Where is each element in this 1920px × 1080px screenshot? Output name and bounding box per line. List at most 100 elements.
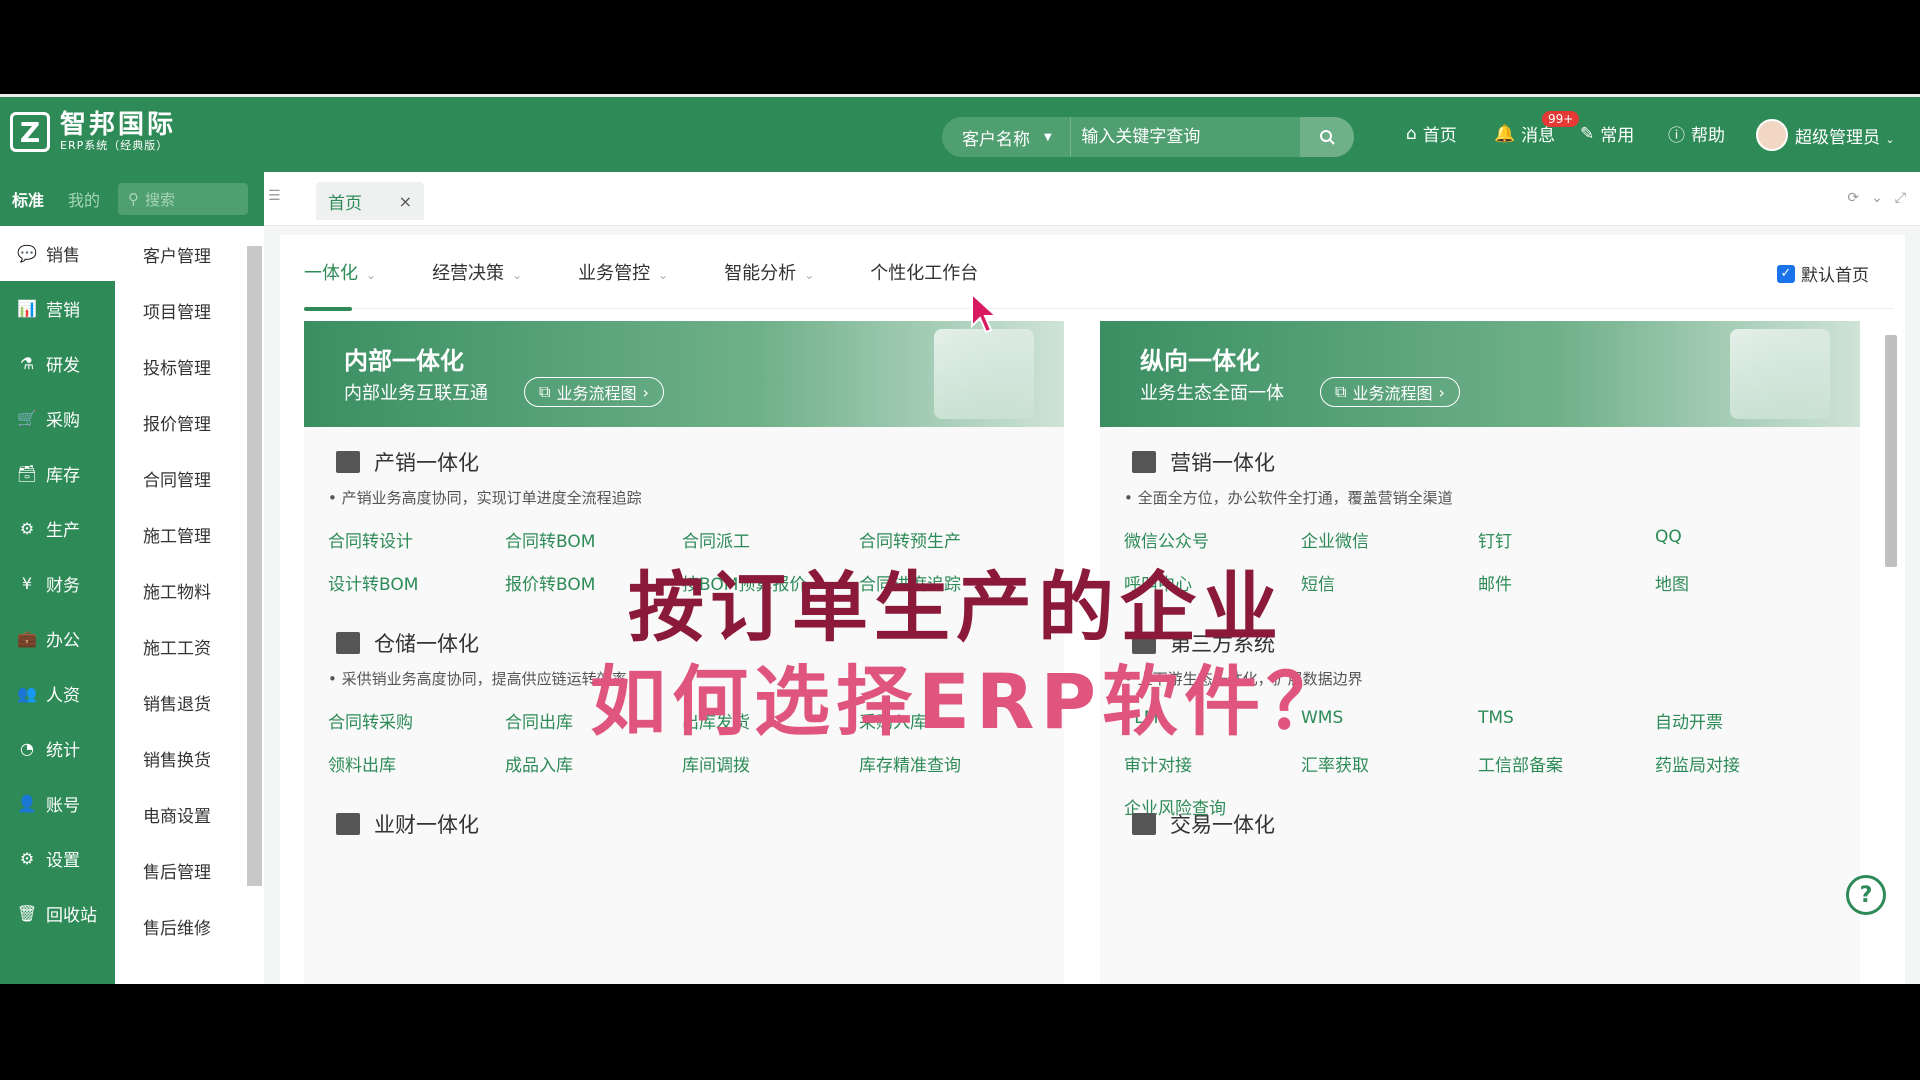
help-float-button[interactable]: ? (1846, 875, 1886, 915)
subnav-tab[interactable]: 业务管控 ⌄ (578, 259, 668, 285)
submenu-item[interactable]: 项目管理 (115, 282, 245, 338)
sidebar-item-label: 账号 (46, 796, 80, 816)
avatar[interactable] (1756, 119, 1788, 151)
flow-chart-button[interactable]: ⧉ 业务流程图 › (1320, 377, 1460, 407)
sidebar-item[interactable]: 🛒 采购 (0, 391, 115, 446)
submenu-item[interactable]: 电商设置 (115, 786, 245, 842)
sidebar-item[interactable]: 👥 人资 (0, 666, 115, 721)
logo[interactable]: Z 智邦国际 ERP系统（经典版） (10, 111, 176, 153)
sidebar-item-icon: 🗑 (16, 904, 38, 923)
user-name: 超级管理员 (1795, 128, 1880, 148)
section-icon (336, 451, 360, 473)
sidebar-item[interactable]: 💼 办公 (0, 611, 115, 666)
search-button[interactable] (1300, 117, 1354, 157)
submenu-scrollbar[interactable] (245, 226, 264, 984)
nav-common[interactable]: ✎ 常用 (1580, 121, 1634, 147)
home-icon: ⌂ (1406, 123, 1417, 144)
feature-link[interactable]: 领料出库 (328, 751, 505, 776)
feature-link[interactable]: TMS (1478, 708, 1655, 733)
scrollbar-thumb[interactable] (247, 246, 262, 886)
sidebar-item-label: 人资 (46, 686, 80, 706)
sidebar-item-icon: ⚙ (19, 519, 35, 538)
close-icon[interactable]: × (399, 192, 412, 211)
checkbox-checked-icon[interactable]: ✓ (1777, 264, 1795, 283)
feature-link[interactable]: 审计对接 (1124, 751, 1301, 776)
feature-link[interactable]: 库存精准查询 (859, 751, 1036, 776)
chevron-down-icon: ⌄ (366, 267, 377, 282)
flow-icon: ⧉ (539, 382, 551, 401)
nav-help[interactable]: ⓘ 帮助 (1668, 121, 1725, 146)
submenu-item[interactable]: 售后管理 (115, 842, 245, 898)
side-search-input[interactable]: ⚲ 搜索 (118, 183, 249, 215)
sub-nav: 一体化 ⌄ 经营决策 ⌄ 业务管控 ⌄ 智能分析 ⌄ 个性化工作台 (304, 235, 1894, 311)
subnav-tab[interactable]: 智能分析 ⌄ (724, 259, 814, 285)
submenu-item[interactable]: 报价管理 (115, 394, 245, 450)
feature-link[interactable]: 合同转设计 (328, 527, 505, 552)
section-title-label: 仓储一体化 (374, 632, 479, 656)
tab-home-page[interactable]: 首页 × (316, 182, 424, 220)
feature-link[interactable]: 自动开票 (1655, 708, 1832, 733)
feature-link[interactable]: 药监局对接 (1655, 751, 1832, 776)
flow-chart-button[interactable]: ⧉ 业务流程图 › (524, 377, 664, 407)
subnav-tab[interactable]: 经营决策 ⌄ (432, 259, 522, 285)
chevron-right-icon: › (1438, 382, 1445, 402)
sidebar-item[interactable]: 🗃 库存 (0, 446, 115, 501)
submenu-item[interactable]: 合同管理 (115, 450, 245, 506)
refresh-icon[interactable]: ⟳ (1847, 190, 1859, 206)
sidebar-item-label: 回收站 (46, 906, 97, 926)
sidebar-item[interactable]: ⚙ 设置 (0, 831, 115, 886)
submenu-item[interactable]: 客户管理 (115, 226, 245, 282)
submenu-item[interactable]: 施工管理 (115, 506, 245, 562)
subnav-tab[interactable]: 个性化工作台 (870, 259, 978, 285)
default-home-checkbox[interactable]: ✓ 默认首页 (1777, 261, 1869, 286)
feature-link[interactable]: QQ (1655, 527, 1832, 552)
feature-link[interactable]: 汇率获取 (1301, 751, 1478, 776)
sidebar-item[interactable]: 🗑 回收站 (0, 886, 115, 941)
scrollbar-thumb[interactable] (1885, 335, 1897, 567)
feature-link[interactable]: 合同转采购 (328, 708, 505, 733)
content-scrollbar[interactable] (1884, 321, 1898, 971)
submenu-item[interactable]: 售后维修 (115, 898, 245, 954)
sidebar-item[interactable]: 💬 销售 (0, 226, 115, 281)
submenu-item[interactable]: 销售退货 (115, 674, 245, 730)
sidebar-item[interactable]: 👤 账号 (0, 776, 115, 831)
feature-link[interactable]: 成品入库 (505, 751, 682, 776)
sidebar-item[interactable]: ◔ 统计 (0, 721, 115, 776)
user-menu[interactable]: 超级管理员 ⌄ (1795, 123, 1895, 148)
search-input[interactable] (1071, 117, 1301, 157)
feature-link[interactable]: 工信部备案 (1478, 751, 1655, 776)
feature-link[interactable]: 短信 (1301, 570, 1478, 595)
nav-home[interactable]: ⌂ 首页 (1406, 121, 1457, 147)
section-icon (336, 813, 360, 835)
feature-link[interactable]: 地图 (1655, 570, 1832, 595)
feature-link[interactable]: 邮件 (1478, 570, 1655, 595)
logo-title: 智邦国际 (60, 110, 177, 140)
feature-link[interactable]: 钉钉 (1478, 527, 1655, 552)
feature-link[interactable]: 企业微信 (1301, 527, 1478, 552)
logo-icon: Z (10, 112, 50, 152)
tab-mine[interactable]: 我的 (56, 187, 112, 211)
submenu: 客户管理 项目管理 投标管理 报价管理 合同管理 施工管理 施工物料 施工工资 销售退货 销售换货… (115, 226, 245, 984)
submenu-item[interactable]: 投标管理 (115, 338, 245, 394)
sidebar-item-icon: 💬 (17, 244, 37, 263)
section-title: 交易一体化 (1132, 809, 1275, 839)
chevron-down-icon[interactable]: ⌄ (1871, 190, 1883, 206)
feature-link[interactable]: 库间调拨 (682, 751, 859, 776)
sidebar-item[interactable]: 📊 营销 (0, 281, 115, 336)
sidebar-item-icon: ⚙ (19, 849, 35, 868)
subnav-tab[interactable]: 一体化 ⌄ (304, 259, 377, 311)
sidebar-item[interactable]: ⚗ 研发 (0, 336, 115, 391)
tab-standard[interactable]: 标准 (0, 187, 56, 211)
submenu-item[interactable]: 销售换货 (115, 730, 245, 786)
sidebar-item[interactable]: ¥ 财务 (0, 556, 115, 611)
collapse-menu-icon[interactable]: ☰ (268, 188, 281, 204)
search-category-label: 客户名称 (962, 129, 1030, 150)
sidebar-item[interactable]: ⚙ 生产 (0, 501, 115, 556)
submenu-item[interactable]: 施工物料 (115, 562, 245, 618)
fullscreen-icon[interactable]: ⤢ (1895, 190, 1906, 206)
search-category-select[interactable]: 客户名称 ▼ (942, 117, 1072, 157)
feature-link[interactable]: 设计转BOM (328, 570, 505, 595)
bell-icon: 🔔 (1494, 123, 1516, 144)
subnav-tab-label: 个性化工作台 (870, 262, 979, 284)
submenu-item[interactable]: 施工工资 (115, 618, 245, 674)
